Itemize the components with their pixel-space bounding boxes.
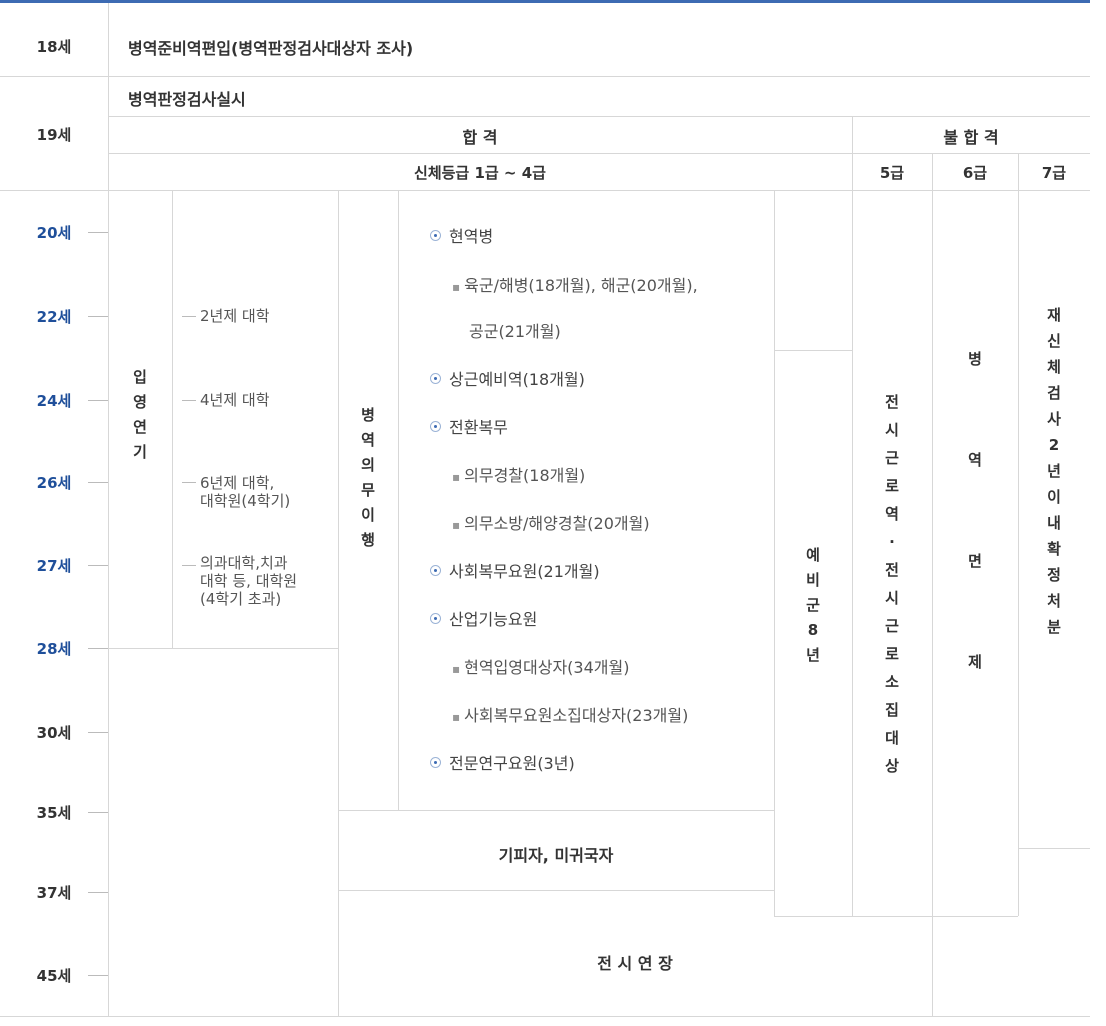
- item-label: 사회복무요원(21개월): [449, 562, 600, 581]
- age-tick: [88, 482, 108, 483]
- edu-tick: [182, 400, 196, 401]
- bullet-icon: [430, 613, 441, 624]
- edu-4yr: 4년제 대학: [200, 391, 270, 409]
- grade6-label: 병 역 면 제: [968, 350, 982, 671]
- age-19: 19세: [36, 126, 72, 144]
- divider: [338, 190, 339, 1016]
- divider: [774, 350, 852, 351]
- age-18: 18세: [36, 38, 72, 56]
- bullet-icon: [430, 421, 441, 432]
- edu-medical: 의과대학,치과 대학 등, 대학원 (4학기 초과): [200, 554, 298, 608]
- sub-label: 의무경찰(18개월): [464, 466, 586, 485]
- divider: [0, 190, 1090, 191]
- bullet-icon: [430, 757, 441, 768]
- edu-6yr: 6년제 대학, 대학원(4학기): [200, 474, 291, 510]
- divider: [338, 890, 774, 891]
- divider: [108, 116, 1090, 117]
- service-active: 현역병: [430, 223, 493, 247]
- grade-7: 7급: [1041, 164, 1067, 182]
- item-label: 현역병: [449, 227, 494, 246]
- sub-label: 현역입영대상자(34개월): [464, 658, 630, 677]
- divider: [108, 153, 1090, 154]
- divider: [774, 916, 1018, 917]
- grade-pass: 신체등급 1급 ~ 4급: [414, 164, 546, 182]
- row18-text: 병역준비역편입(병역판정검사대상자 조사): [128, 39, 414, 58]
- divider: [108, 3, 109, 1016]
- sub-label: 의무소방/해양경찰(20개월): [464, 514, 650, 533]
- service-sub: ▪ 의무경찰(18개월): [452, 466, 586, 485]
- age-tick: [88, 232, 108, 233]
- divider: [108, 648, 338, 649]
- item-label: 전환복무: [449, 418, 508, 437]
- divider: [338, 810, 774, 811]
- service-industrial: 산업기능요원: [430, 606, 537, 630]
- service-sub: ▪ 현역입영대상자(34개월): [452, 658, 630, 677]
- age-tick: [88, 732, 108, 733]
- age-tick: [88, 565, 108, 566]
- service-conversion: 전환복무: [430, 414, 508, 438]
- item-label: 산업기능요원: [449, 610, 538, 629]
- service-social: 사회복무요원(21개월): [430, 558, 600, 582]
- grade-6: 6급: [962, 164, 988, 182]
- service-reserve-commute: 상근예비역(18개월): [430, 366, 585, 390]
- service-sub: ▪ 의무소방/해양경찰(20개월): [452, 514, 650, 533]
- age-tick: [88, 400, 108, 401]
- fail-header: 불 합 격: [943, 128, 999, 147]
- bullet-icon: [430, 230, 441, 241]
- grade-5: 5급: [879, 164, 905, 182]
- military-service-label: 병 역 의 무 이 행: [361, 406, 375, 549]
- bullet-icon: [430, 373, 441, 384]
- edu-tick: [182, 565, 196, 566]
- sub-label: 사회복무요원소집대상자(23개월): [464, 706, 689, 725]
- sub-label: 육군/해병(18개월), 해군(20개월),: [464, 276, 698, 295]
- age-tick: [88, 892, 108, 893]
- divider: [0, 76, 1090, 77]
- edu-2yr: 2년제 대학: [200, 307, 270, 325]
- top-border: [0, 0, 1090, 3]
- enlist-delay-label: 입 영 연 기: [133, 368, 147, 461]
- service-research: 전문연구요원(3년): [430, 750, 575, 774]
- service-sub: ▪ 육군/해병(18개월), 해군(20개월),: [452, 276, 698, 295]
- evaders-label: 기피자, 미귀국자: [498, 846, 614, 865]
- service-sub: 공군(21개월): [469, 322, 561, 341]
- reserve-label: 예 비 군 8 년: [806, 546, 820, 664]
- bottom-border: [0, 1016, 1090, 1017]
- service-sub: ▪ 사회복무요원소집대상자(23개월): [452, 706, 689, 725]
- exam-label: 병역판정검사실시: [128, 90, 246, 109]
- bullet-icon: [430, 565, 441, 576]
- edu-tick: [182, 316, 196, 317]
- age-tick: [88, 812, 108, 813]
- wartime-label: 전 시 연 장: [597, 954, 673, 973]
- pass-header: 합 격: [462, 128, 498, 147]
- grade7-label: 재 신 체 검 사 2 년 이 내 확 정 처 분: [1047, 306, 1061, 636]
- age-tick: [88, 648, 108, 649]
- divider: [172, 190, 173, 648]
- divider: [398, 190, 399, 810]
- age-tick: [88, 316, 108, 317]
- item-label: 상근예비역(18개월): [449, 370, 585, 389]
- divider: [1018, 848, 1090, 849]
- edu-tick: [182, 482, 196, 483]
- age-tick: [88, 975, 108, 976]
- item-label: 전문연구요원(3년): [449, 754, 575, 773]
- grade5-label: 전 시 근 로 역 · 전 시 근 로 소 집 대 상: [885, 393, 899, 775]
